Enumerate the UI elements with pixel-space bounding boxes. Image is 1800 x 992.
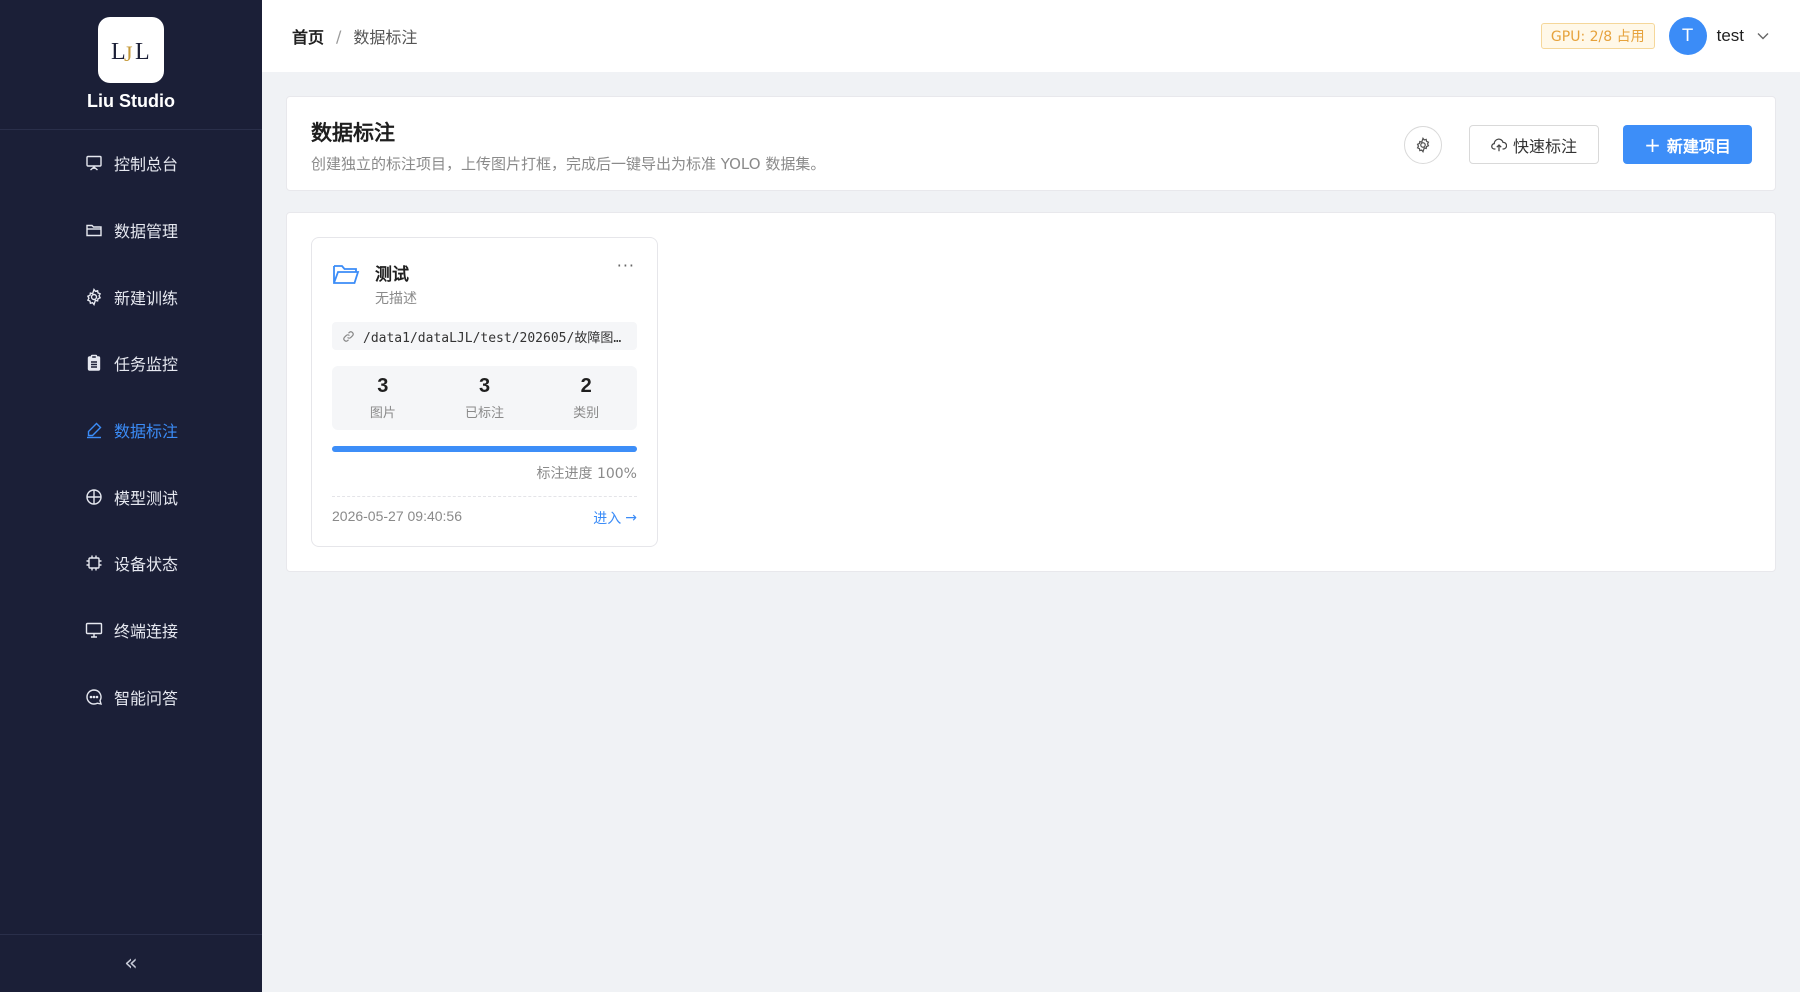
project-date: 2026-05-27 09:40:56 xyxy=(332,508,462,524)
logo-mark-icon: L J L xyxy=(111,39,150,65)
sidebar-item-label: 数据标注 xyxy=(114,422,179,442)
gpu-badge: GPU: 2/8 占用 xyxy=(1540,23,1655,49)
sidebar-item-dashboard[interactable]: 控制总台 xyxy=(0,130,262,197)
stat-label: 类别 xyxy=(573,406,600,421)
enter-label: 进入 xyxy=(593,511,622,527)
sidebar-item-label: 模型测试 xyxy=(114,488,179,508)
sidebar-item-smart-qa[interactable]: 智能问答 xyxy=(0,664,262,731)
progress-bar-fill xyxy=(332,446,637,452)
gear-icon xyxy=(1416,137,1430,153)
chip-icon xyxy=(84,553,104,573)
plus-icon: + xyxy=(1644,132,1661,157)
sidebar-item-label: 控制总台 xyxy=(114,155,179,175)
chat-icon xyxy=(84,687,104,707)
quick-annotate-button[interactable]: 快速标注 xyxy=(1469,125,1599,164)
brand-name: Liu Studio xyxy=(87,91,175,111)
brand: L J L Liu Studio xyxy=(0,0,262,130)
progress-bar xyxy=(332,446,637,452)
avatar[interactable]: T xyxy=(1668,17,1707,55)
page-title-panel: 数据标注 创建独立的标注项目，上传图片打框，完成后一键导出为标准 YOLO 数据… xyxy=(286,96,1776,191)
sidebar-item-device-status[interactable]: 设备状态 xyxy=(0,530,262,597)
page-title: 数据标注 xyxy=(311,121,395,145)
sidebar-collapse-button[interactable]: « xyxy=(0,934,262,992)
project-card[interactable]: 测试 无描述 ··· /data1/dataLJL/test/202605/故障… xyxy=(311,237,658,547)
new-project-button[interactable]: + 新建项目 xyxy=(1623,125,1752,164)
svg-text:J: J xyxy=(124,41,133,65)
folder-open-icon xyxy=(333,265,360,284)
aperture-icon xyxy=(84,487,104,507)
double-chevron-left-icon: « xyxy=(124,951,138,976)
sidebar-item-terminal[interactable]: 终端连接 xyxy=(0,597,262,664)
logo[interactable]: L J L xyxy=(98,17,164,83)
sidebar-item-task-monitor[interactable]: 任务监控 xyxy=(0,330,262,397)
sidebar-item-label: 数据管理 xyxy=(114,222,179,242)
sidebar-item-model-test[interactable]: 模型测试 xyxy=(0,463,262,530)
project-path-text: /data1/dataLJL/test/202605/故障图… xyxy=(363,330,622,346)
stat-classes: 2 类别 xyxy=(535,366,637,430)
stat-value: 2 xyxy=(580,375,592,397)
stat-annotated: 3 已标注 xyxy=(434,366,536,430)
monitor-icon xyxy=(84,620,104,640)
sidebar-item-label: 新建训练 xyxy=(114,288,179,308)
cloud-upload-icon xyxy=(1491,138,1507,151)
sidebar-item-label: 设备状态 xyxy=(114,555,179,575)
stat-images: 3 图片 xyxy=(332,366,434,430)
new-project-label: 新建项目 xyxy=(1666,136,1731,156)
header-right: GPU: 2/8 占用 T test xyxy=(1540,17,1770,55)
svg-text:L: L xyxy=(135,39,150,65)
enter-link[interactable]: 进入 → xyxy=(593,508,637,528)
sidebar-nav: 控制总台 数据管理 新建训练 任务监控 数据标注 模型测试 设备状态 终端连接 … xyxy=(0,130,262,730)
sidebar-item-label: 智能问答 xyxy=(114,688,179,708)
breadcrumb-current: 数据标注 xyxy=(353,28,418,47)
top-header: 首页 / 数据标注 GPU: 2/8 占用 T test xyxy=(262,0,1800,72)
quick-annotate-label: 快速标注 xyxy=(1512,136,1577,156)
settings-button[interactable] xyxy=(1404,126,1442,164)
stat-value: 3 xyxy=(478,375,491,397)
chevron-down-icon[interactable] xyxy=(1756,29,1770,43)
gear-icon xyxy=(84,287,104,307)
page-description: 创建独立的标注项目，上传图片打框，完成后一键导出为标准 YOLO 数据集。 xyxy=(311,155,826,173)
progress-label: 标注进度 100% xyxy=(536,466,637,482)
pen-icon xyxy=(84,420,104,440)
arrow-right-icon: → xyxy=(625,510,637,526)
project-name: 测试 xyxy=(375,265,409,285)
project-path: /data1/dataLJL/test/202605/故障图… xyxy=(332,322,637,350)
clipboard-icon xyxy=(84,353,104,373)
folder-icon xyxy=(84,220,104,240)
link-icon xyxy=(343,330,354,342)
sidebar: L J L Liu Studio 控制总台 数据管理 新建训练 任务监控 数据标… xyxy=(0,0,262,992)
sidebar-item-label: 任务监控 xyxy=(114,355,179,375)
stat-label: 图片 xyxy=(369,406,396,421)
sidebar-item-label: 终端连接 xyxy=(114,622,179,642)
more-options-icon[interactable]: ··· xyxy=(617,256,635,275)
sidebar-item-data-management[interactable]: 数据管理 xyxy=(0,197,262,264)
username[interactable]: test xyxy=(1717,26,1744,46)
stat-value: 3 xyxy=(377,375,389,397)
project-stats: 3 图片 3 已标注 2 类别 xyxy=(332,366,637,430)
presentation-icon xyxy=(84,153,104,173)
sidebar-item-data-annotation[interactable]: 数据标注 xyxy=(0,397,262,464)
breadcrumb-home[interactable]: 首页 xyxy=(292,24,324,48)
project-list-panel: 测试 无描述 ··· /data1/dataLJL/test/202605/故障… xyxy=(286,212,1776,572)
sidebar-item-new-training[interactable]: 新建训练 xyxy=(0,263,262,330)
breadcrumb: 首页 / 数据标注 xyxy=(292,24,417,48)
project-description: 无描述 xyxy=(375,291,417,307)
card-divider xyxy=(332,496,637,497)
breadcrumb-separator: / xyxy=(336,26,342,46)
stat-label: 已标注 xyxy=(465,406,505,421)
